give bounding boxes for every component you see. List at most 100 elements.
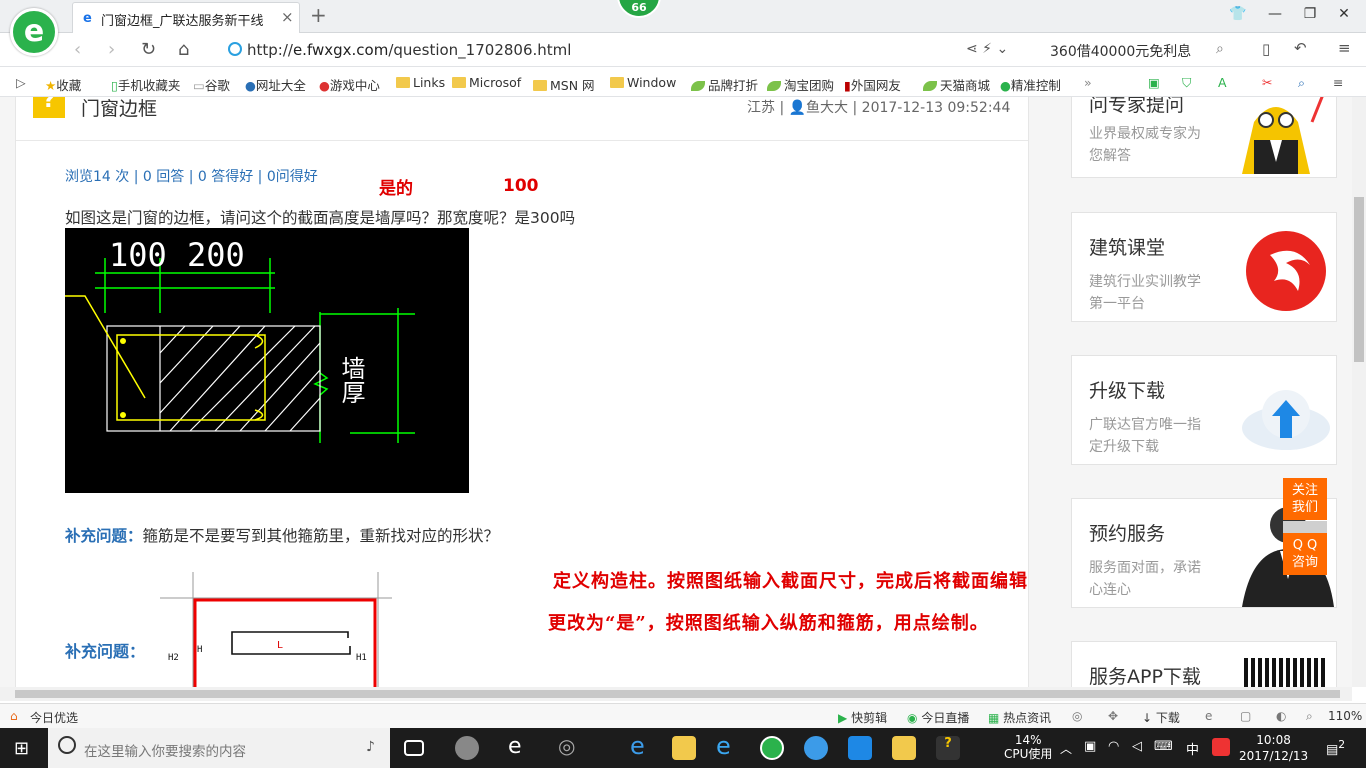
folder-icon [396, 77, 410, 88]
bookmark-folder[interactable]: MSN 网 [533, 75, 595, 94]
ie-icon[interactable]: e [716, 732, 731, 760]
bookmark-item[interactable]: ★收藏 [45, 75, 81, 94]
tray-device-icon[interactable]: ▣ [1084, 739, 1096, 754]
extension-search-icon[interactable]: ⌕ [1298, 75, 1305, 91]
bookmark-item[interactable]: 天猫商城 [923, 75, 990, 94]
bookmark-folder[interactable]: Window [610, 75, 676, 90]
question-stats[interactable]: 浏览14 次 | 0 回答 | 0 答得好 | 0问得好 [65, 166, 318, 186]
edge-old-icon[interactable]: e [508, 734, 522, 759]
edge-icon[interactable]: e [630, 732, 645, 760]
close-window-icon[interactable]: ✕ [1334, 6, 1354, 22]
tray-chevron-icon[interactable]: ︿ [1060, 740, 1072, 757]
bookmark-item[interactable]: 淘宝团购 [767, 75, 834, 94]
home-icon[interactable]: ⌂ [178, 39, 189, 60]
bookmark-label: 品牌打折 [708, 78, 759, 93]
vertical-scrollbar[interactable] [1352, 97, 1366, 687]
forward-icon[interactable]: › [108, 39, 115, 60]
undo-icon[interactable]: ↶ [1294, 39, 1307, 57]
taskbar-search[interactable]: 在这里输入你要搜索的内容 ♪ [48, 728, 390, 768]
bookmark-item[interactable]: ▭谷歌 [193, 75, 230, 94]
window-icon[interactable]: ▢ [1240, 709, 1251, 723]
back-icon[interactable]: ‹ [74, 39, 81, 60]
bookmark-folder[interactable]: Links [396, 75, 445, 90]
audio-icon[interactable]: ◐ [1276, 709, 1286, 723]
answer-annotation-line1: 定义构造柱。按照图纸输入截面尺寸，完成后将截面编辑 [553, 571, 1028, 592]
shape-label-h2: H2 [168, 653, 179, 663]
sogou-ime-icon[interactable] [1212, 738, 1230, 756]
shirt-icon[interactable]: 👕 [1228, 6, 1248, 22]
bookmark-folder[interactable]: Microsof [452, 75, 521, 90]
cleanup-icon[interactable]: ✥ [1108, 709, 1118, 723]
minimize-icon[interactable]: — [1265, 6, 1285, 22]
windows-start-icon[interactable]: ⊞ [14, 738, 29, 759]
action-center-icon[interactable]: ▤2 [1326, 738, 1345, 757]
extension-more-icon[interactable]: ≡ [1333, 75, 1343, 90]
volume-icon[interactable]: ◁ [1132, 739, 1142, 754]
extension-book-icon[interactable]: ▣ [1148, 75, 1160, 90]
fan-app-icon[interactable] [455, 736, 479, 760]
download-button[interactable]: ↓ 下载 [1142, 709, 1180, 726]
sidebar-toggle-icon[interactable]: ▷ [16, 75, 26, 90]
bookmark-item[interactable]: ▯手机收藏夹 [111, 75, 180, 94]
ie-mode-icon[interactable]: e [1205, 709, 1212, 723]
search-icon[interactable]: ⌕ [1216, 41, 1224, 57]
quick-edit[interactable]: ▶ 快剪辑 [838, 709, 887, 726]
ad-link[interactable]: 360借40000元免利息 [1050, 41, 1191, 61]
horizontal-scrollbar[interactable] [0, 687, 1352, 701]
extension-translate-icon[interactable]: A [1218, 75, 1227, 90]
bookmark-item[interactable]: ●网址大全 [245, 75, 306, 94]
more-bookmarks-icon[interactable]: » [1084, 75, 1092, 90]
extension-scissors-icon[interactable]: ✂ [1262, 75, 1272, 90]
url-field[interactable]: http://e.fwxgx.com/question_1702806.html [247, 41, 571, 59]
zoom-icon[interactable]: ⌕ [1306, 709, 1313, 724]
bookmark-item[interactable]: ●游戏中心 [319, 75, 380, 94]
blue-app-icon[interactable] [848, 736, 872, 760]
clock-date: 2017/12/13 [1239, 749, 1309, 763]
hot-news[interactable]: ▦ 热点资讯 [988, 709, 1051, 726]
bookmark-label: 淘宝团购 [784, 78, 835, 93]
file-explorer-icon[interactable] [672, 736, 696, 760]
bookmark-label: 精准控制 [1010, 78, 1061, 93]
gift-icon[interactable]: ⌂ [10, 709, 18, 723]
share-icon[interactable]: ⋖ ⚡ ⌄ [966, 41, 1008, 57]
wifi-icon[interactable]: ◠ [1108, 739, 1119, 754]
bookmark-item[interactable]: 品牌打折 [691, 75, 758, 94]
card-title: 升级下载 [1089, 380, 1166, 402]
qa-app-icon[interactable]: ? [936, 736, 960, 760]
zoom-level[interactable]: 110% [1328, 709, 1362, 723]
task-view-icon[interactable] [404, 740, 424, 756]
360-browser-icon[interactable] [760, 736, 784, 760]
notes-app-icon[interactable] [892, 736, 916, 760]
swirl-app-icon[interactable]: ◎ [558, 734, 575, 758]
refresh-icon[interactable]: ↻ [141, 39, 156, 60]
ime-indicator[interactable]: 中 [1186, 739, 1199, 758]
today-picks[interactable]: 今日优选 [30, 709, 78, 726]
follow-us-button[interactable]: 关注我们 [1283, 478, 1327, 520]
phone-icon[interactable]: ▯ [1262, 40, 1270, 58]
bookmark-item[interactable]: ▮外国网友 [844, 75, 901, 94]
card-upgrade-download[interactable]: 升级下载 广联达官方唯一指定升级下载 [1071, 355, 1337, 465]
tab-close-icon[interactable]: × [281, 8, 294, 26]
browser-logo[interactable]: e [10, 8, 58, 56]
microphone-icon[interactable]: ♪ [366, 739, 375, 755]
card-building-class[interactable]: 建筑课堂 建筑行业实训教学第一平台 [1071, 212, 1337, 322]
today-live[interactable]: ◉ 今日直播 [907, 709, 969, 726]
scrollbar-thumb[interactable] [1354, 197, 1364, 362]
speed-icon[interactable]: ◎ [1072, 709, 1082, 723]
menu-icon[interactable]: ≡ [1338, 39, 1351, 57]
flame-logo-icon [1240, 225, 1332, 313]
qq-consult-button[interactable]: Q Q 咨询 [1283, 533, 1327, 575]
keyboard-icon[interactable]: ⌨ [1154, 739, 1173, 754]
card-app-download[interactable]: 服务APP下载 [1071, 641, 1337, 687]
new-tab-button[interactable]: + [310, 3, 327, 27]
cpu-monitor[interactable]: 14% CPU使用 [1004, 733, 1052, 761]
extension-shield-icon[interactable]: ⛉ [1182, 75, 1191, 91]
bookmark-item[interactable]: ●精准控制 [1000, 75, 1061, 94]
restore-icon[interactable]: ❐ [1300, 6, 1320, 22]
hscrollbar-thumb[interactable] [15, 690, 1340, 698]
system-clock[interactable]: 10:08 2017/12/13 [1239, 732, 1308, 764]
card-ask-expert[interactable]: 问专家提问 业界最权威专家为您解答 [1071, 97, 1337, 178]
notification-badge[interactable]: 66 [617, 0, 661, 18]
glodon-app-icon[interactable] [804, 736, 828, 760]
browser-tab[interactable]: e 门窗边框_广联达服务新干线 × [72, 2, 300, 33]
